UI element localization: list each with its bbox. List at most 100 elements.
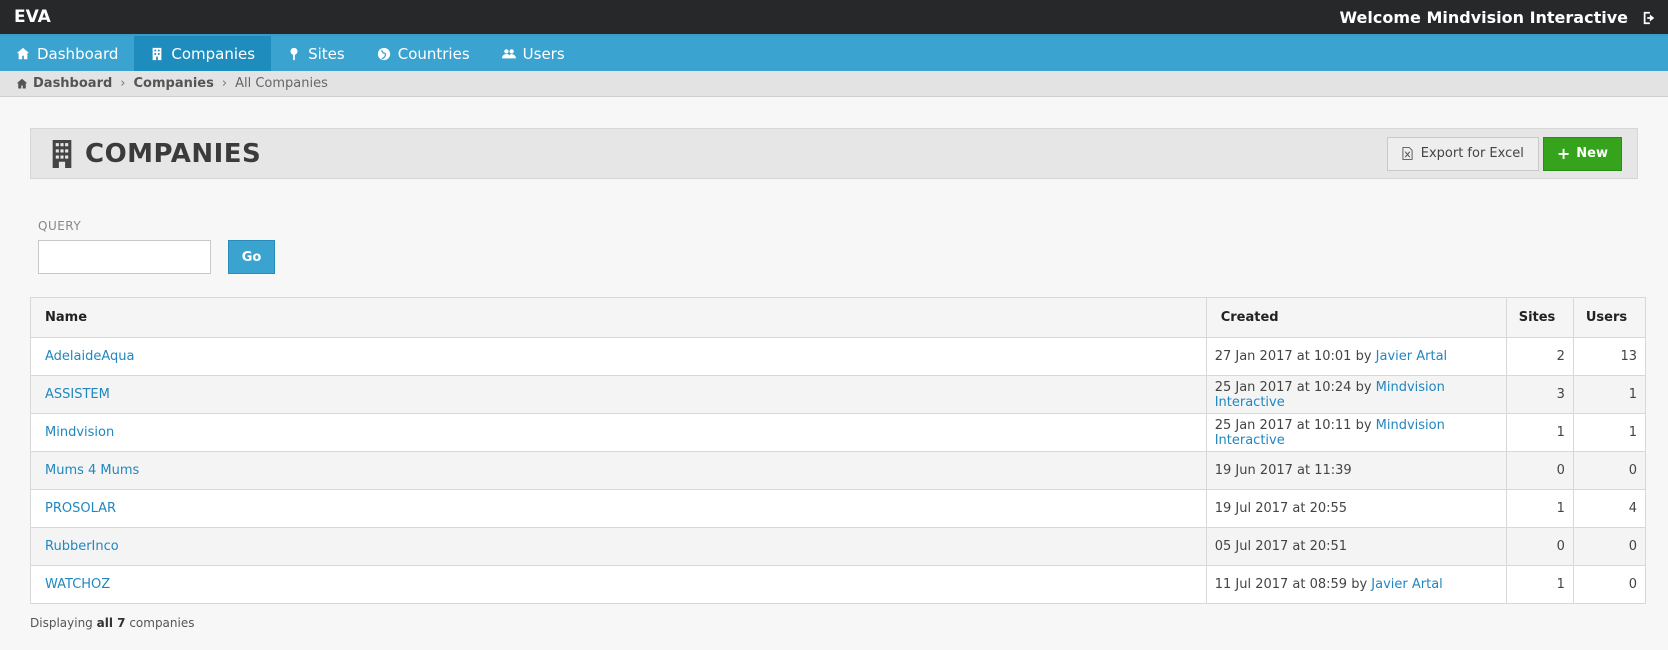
company-link[interactable]: RubberInco bbox=[45, 539, 119, 554]
creator-link[interactable]: Javier Artal bbox=[1371, 577, 1443, 592]
header-actions: Export for Excel + New bbox=[1386, 136, 1622, 171]
nav-label: Sites bbox=[308, 44, 345, 63]
column-header-sites[interactable]: Sites bbox=[1505, 297, 1574, 338]
plus-icon: + bbox=[1556, 143, 1571, 163]
summary-prefix: Displaying bbox=[30, 616, 93, 630]
breadcrumb-home[interactable]: Dashboard bbox=[16, 76, 112, 91]
excel-file-icon bbox=[1402, 147, 1413, 160]
created-date: 11 Jul 2017 at 08:59 bbox=[1214, 577, 1348, 592]
table-row: AdelaideAqua 27 Jan 2017 at 10:01 by Javi… bbox=[30, 337, 1647, 376]
main-content: COMPANIES Export for Excel + New QUERY G… bbox=[0, 128, 1668, 630]
query-row: Go bbox=[38, 240, 1638, 274]
user-welcome: Welcome Mindvision Interactive bbox=[1339, 8, 1656, 27]
cell-users: 4 bbox=[1572, 489, 1647, 528]
cell-created: 25 Jan 2017 at 10:24 by Mindvision Inter… bbox=[1205, 375, 1507, 414]
cell-name: Mindvision bbox=[30, 413, 1207, 452]
cell-sites: 0 bbox=[1505, 451, 1574, 490]
query-input[interactable] bbox=[38, 240, 211, 274]
breadcrumb-current: All Companies bbox=[235, 76, 328, 91]
users-icon bbox=[501, 48, 516, 58]
cell-sites: 3 bbox=[1505, 375, 1574, 414]
column-header-name[interactable]: Name bbox=[30, 297, 1207, 338]
cell-created: 27 Jan 2017 at 10:01 by Javier Artal bbox=[1205, 337, 1507, 376]
home-icon bbox=[16, 47, 30, 59]
company-link[interactable]: Mums 4 Mums bbox=[45, 463, 139, 478]
new-company-button[interactable]: + New bbox=[1542, 136, 1622, 171]
cell-sites: 0 bbox=[1505, 527, 1574, 566]
nav-item-companies[interactable]: Companies bbox=[134, 36, 272, 71]
company-link[interactable]: AdelaideAqua bbox=[45, 349, 134, 364]
created-by-prefix: by bbox=[1347, 577, 1372, 592]
cell-sites: 1 bbox=[1505, 565, 1574, 604]
page-header: COMPANIES Export for Excel + New bbox=[30, 128, 1638, 179]
query-label: QUERY bbox=[38, 219, 82, 233]
cell-created: 19 Jul 2017 at 20:55 bbox=[1205, 489, 1507, 528]
summary-count: all 7 bbox=[96, 616, 126, 630]
table-row: Mums 4 Mums 19 Jun 2017 at 11:39 0 0 bbox=[30, 451, 1647, 490]
cell-created: 05 Jul 2017 at 20:51 bbox=[1205, 527, 1507, 566]
table-row: ASSISTEM 25 Jan 2017 at 10:24 by Mindvisi… bbox=[30, 375, 1647, 414]
nav-label: Users bbox=[522, 44, 565, 63]
created-by-prefix: by bbox=[1351, 349, 1376, 364]
nav-item-countries[interactable]: Countries bbox=[361, 36, 486, 71]
nav-item-sites[interactable]: Sites bbox=[271, 36, 361, 71]
table-header-row: Name Created Sites Users bbox=[30, 297, 1647, 338]
created-by-prefix: by bbox=[1351, 379, 1376, 395]
welcome-text: Welcome Mindvision Interactive bbox=[1339, 7, 1628, 27]
logout-icon[interactable] bbox=[1642, 10, 1656, 25]
company-link[interactable]: Mindvision bbox=[45, 425, 114, 440]
nav-label: Dashboard bbox=[37, 44, 119, 63]
cell-users: 1 bbox=[1572, 413, 1647, 452]
column-header-created[interactable]: Created bbox=[1205, 297, 1507, 338]
company-link[interactable]: WATCHOZ bbox=[45, 577, 110, 592]
cell-created: 25 Jan 2017 at 10:11 by Mindvision Inter… bbox=[1205, 413, 1507, 452]
app-brand[interactable]: EVA bbox=[14, 7, 51, 27]
query-form: QUERY Go bbox=[30, 219, 1638, 274]
building-icon bbox=[153, 47, 162, 60]
table-row: RubberInco 05 Jul 2017 at 20:51 0 0 bbox=[30, 527, 1647, 566]
page-title: COMPANIES bbox=[51, 139, 261, 169]
created-date: 25 Jan 2017 at 10:11 bbox=[1214, 417, 1352, 433]
cell-sites: 1 bbox=[1505, 489, 1574, 528]
breadcrumb-section[interactable]: Companies bbox=[134, 76, 214, 91]
breadcrumb: Dashboard › Companies › All Companies bbox=[0, 71, 1668, 97]
globe-icon bbox=[377, 47, 390, 60]
created-by-prefix: by bbox=[1351, 417, 1376, 433]
cell-users: 0 bbox=[1572, 451, 1647, 490]
created-date: 27 Jan 2017 at 10:01 bbox=[1214, 349, 1352, 364]
nav-item-dashboard[interactable]: Dashboard bbox=[0, 36, 134, 71]
new-label: New bbox=[1576, 146, 1608, 161]
building-icon bbox=[52, 139, 72, 168]
go-button[interactable]: Go bbox=[228, 240, 275, 274]
map-pin-icon bbox=[290, 47, 298, 60]
nav-label: Companies bbox=[171, 44, 256, 63]
nav-item-users[interactable]: Users bbox=[486, 36, 581, 71]
table-row: Mindvision 25 Jan 2017 at 10:11 by Mindvi… bbox=[30, 413, 1647, 452]
cell-users: 0 bbox=[1572, 565, 1647, 604]
cell-created: 11 Jul 2017 at 08:59 by Javier Artal bbox=[1205, 565, 1507, 604]
company-link[interactable]: ASSISTEM bbox=[45, 387, 110, 402]
nav-label: Countries bbox=[397, 44, 470, 63]
cell-name: PROSOLAR bbox=[30, 489, 1207, 528]
cell-name: WATCHOZ bbox=[30, 565, 1207, 604]
column-header-users[interactable]: Users bbox=[1572, 297, 1647, 338]
cell-users: 0 bbox=[1572, 527, 1647, 566]
created-date: 19 Jul 2017 at 20:55 bbox=[1214, 501, 1348, 516]
export-excel-button[interactable]: Export for Excel bbox=[1386, 136, 1539, 171]
cell-name: RubberInco bbox=[30, 527, 1207, 566]
summary-suffix: companies bbox=[129, 616, 195, 630]
cell-sites: 1 bbox=[1505, 413, 1574, 452]
table-row: WATCHOZ 11 Jul 2017 at 08:59 by Javier Ar… bbox=[30, 565, 1647, 604]
companies-table: Name Created Sites Users AdelaideAqua 27 … bbox=[30, 297, 1647, 604]
company-link[interactable]: PROSOLAR bbox=[45, 501, 116, 516]
page-title-text: COMPANIES bbox=[85, 138, 262, 169]
results-summary: Displaying all 7 companies bbox=[30, 616, 1638, 630]
top-bar: EVA Welcome Mindvision Interactive bbox=[0, 0, 1668, 36]
breadcrumb-home-label: Dashboard bbox=[33, 76, 113, 91]
cell-name: AdelaideAqua bbox=[30, 337, 1207, 376]
table-body: AdelaideAqua 27 Jan 2017 at 10:01 by Javi… bbox=[30, 337, 1647, 604]
export-label: Export for Excel bbox=[1420, 146, 1524, 161]
main-nav: Dashboard Companies Sites Countries User… bbox=[0, 36, 1668, 71]
creator-link[interactable]: Javier Artal bbox=[1376, 349, 1448, 364]
cell-name: ASSISTEM bbox=[30, 375, 1207, 414]
